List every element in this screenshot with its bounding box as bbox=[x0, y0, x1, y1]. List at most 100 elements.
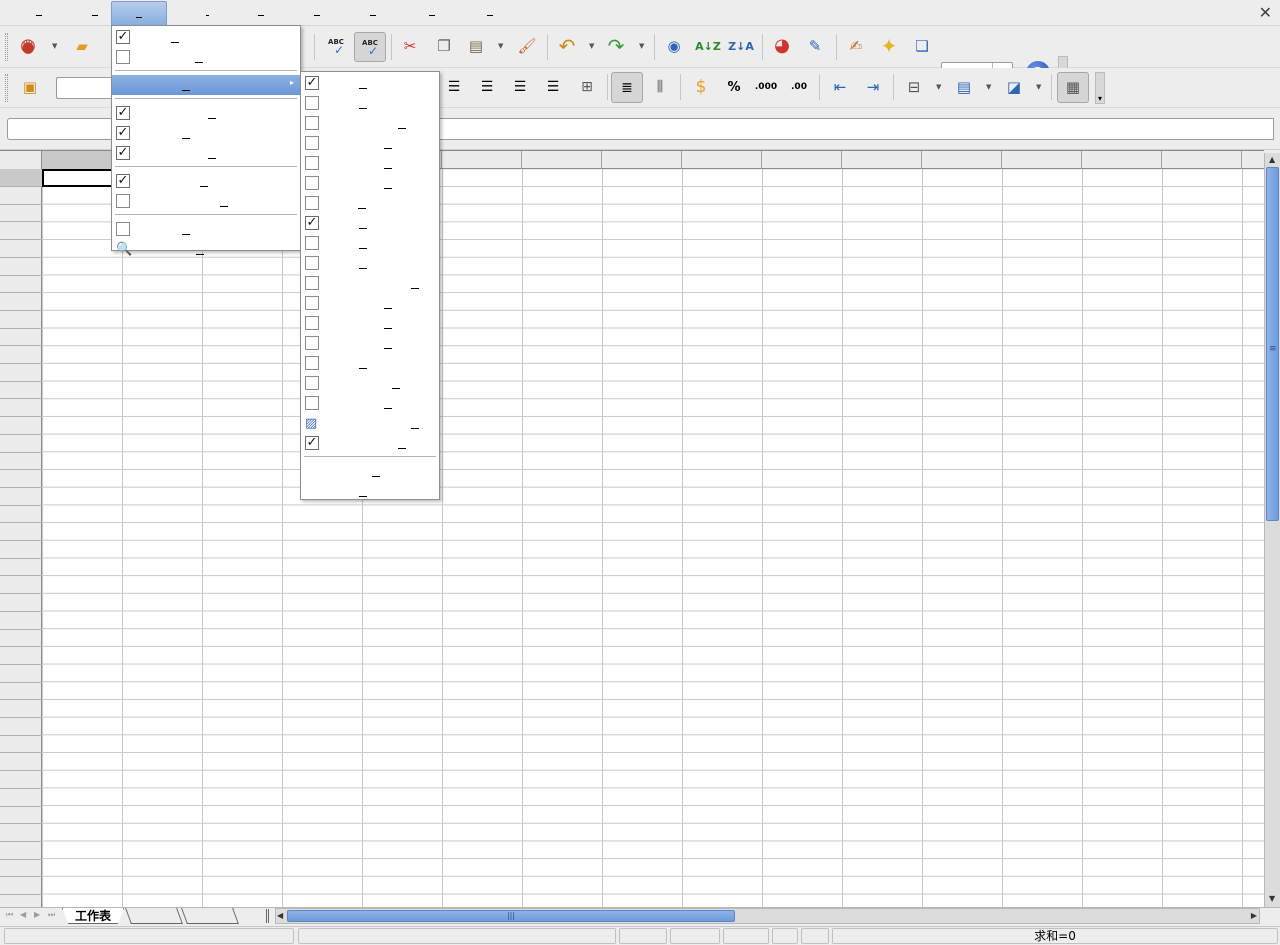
view-menu-item[interactable]: ✓ bbox=[112, 143, 300, 163]
name-box-input[interactable] bbox=[7, 118, 127, 140]
menu-file[interactable] bbox=[28, 1, 50, 25]
increase-indent-icon[interactable]: ⇥ bbox=[859, 73, 887, 101]
row-header-cell[interactable] bbox=[0, 293, 42, 311]
view-menu-item[interactable]: ✓ bbox=[112, 123, 300, 143]
status-zoom-field[interactable] bbox=[619, 928, 667, 944]
row-header-cell[interactable] bbox=[0, 258, 42, 276]
column-header-cell[interactable] bbox=[922, 151, 1002, 169]
open-folder-icon[interactable]: ▰ bbox=[68, 32, 96, 60]
toolbars-menu-item[interactable] bbox=[301, 193, 439, 213]
row-header-cell[interactable] bbox=[0, 682, 42, 701]
row-header-cell[interactable] bbox=[0, 275, 42, 294]
menu-insert[interactable] bbox=[196, 1, 218, 25]
row-header-cell[interactable] bbox=[0, 700, 42, 718]
borders-icon[interactable]: ⊟ bbox=[900, 73, 928, 101]
menu-data[interactable] bbox=[362, 1, 384, 25]
cell-area[interactable] bbox=[42, 169, 1264, 907]
row-header-cell[interactable] bbox=[0, 169, 42, 187]
toolbars-menu-item[interactable] bbox=[301, 393, 439, 413]
vertical-scroll-thumb[interactable] bbox=[1266, 167, 1279, 521]
toolbars-menu-item[interactable]: ✓ bbox=[301, 213, 439, 233]
column-header-cell[interactable] bbox=[602, 151, 682, 169]
row-header-cell[interactable] bbox=[0, 187, 42, 205]
menu-edit[interactable] bbox=[84, 1, 106, 25]
row-header-cell[interactable] bbox=[0, 558, 42, 577]
last-sheet-icon[interactable]: ⏭ bbox=[48, 910, 55, 920]
close-document-icon[interactable]: ✕ bbox=[1259, 3, 1272, 22]
font-color-dropdown-icon[interactable]: ▼ bbox=[1036, 83, 1041, 91]
toolbars-menu-item[interactable] bbox=[301, 133, 439, 153]
row-header-cell[interactable] bbox=[0, 842, 42, 860]
percent-format-icon[interactable]: % bbox=[720, 73, 748, 101]
add-decimal-icon[interactable]: .000 bbox=[752, 73, 780, 101]
grid-lines-icon[interactable]: ▦ bbox=[1057, 72, 1089, 103]
new-spreadsheet-icon[interactable]: ◍ bbox=[14, 32, 42, 60]
font-color-icon[interactable]: ◪ bbox=[1000, 73, 1028, 101]
toolbars-menu-item[interactable]: ✓ bbox=[301, 433, 439, 453]
sort-ascending-icon[interactable]: A↓Z bbox=[694, 32, 722, 60]
toolbars-menu-item[interactable] bbox=[301, 373, 439, 393]
first-sheet-icon[interactable]: ⏮ bbox=[6, 910, 13, 920]
spellcheck-icon[interactable]: ABC bbox=[322, 32, 350, 60]
row-header-cell[interactable] bbox=[0, 364, 42, 382]
toolbars-menu-item[interactable] bbox=[301, 93, 439, 113]
toolbars-menu-item[interactable] bbox=[301, 173, 439, 193]
cut-icon[interactable]: ✂ bbox=[396, 32, 424, 60]
justify-icon[interactable]: ☰ bbox=[539, 73, 567, 101]
row-header-cell[interactable] bbox=[0, 399, 42, 418]
draw-functions-icon[interactable]: ✎ bbox=[801, 32, 829, 60]
menu-window[interactable] bbox=[421, 1, 443, 25]
wrap-text-icon[interactable]: ≣ bbox=[611, 72, 643, 103]
clone-formatting-icon[interactable]: 🖌 bbox=[513, 32, 541, 60]
toolbars-menu-item[interactable] bbox=[301, 461, 439, 481]
toolbars-menu-item[interactable] bbox=[301, 353, 439, 373]
view-menu-item[interactable] bbox=[112, 219, 300, 239]
prev-sheet-icon[interactable]: ◀ bbox=[20, 910, 26, 919]
row-header-cell[interactable] bbox=[0, 895, 42, 907]
toolbars-menu-item[interactable]: ✓ bbox=[301, 73, 439, 93]
menu-help[interactable] bbox=[479, 1, 501, 25]
undo-dropdown-icon[interactable]: ▼ bbox=[589, 42, 594, 50]
row-header-cell[interactable] bbox=[0, 488, 42, 506]
row-header-cell[interactable] bbox=[0, 381, 42, 400]
vertical-scrollbar[interactable]: ▲ ▼ bbox=[1264, 153, 1280, 907]
menu-tools[interactable] bbox=[306, 1, 328, 25]
row-header-cell[interactable] bbox=[0, 311, 42, 329]
decrease-indent-icon[interactable]: ⇤ bbox=[826, 73, 854, 101]
toolbars-menu-item[interactable] bbox=[301, 313, 439, 333]
column-header-cell[interactable] bbox=[842, 151, 922, 169]
row-header-cell[interactable] bbox=[0, 417, 42, 435]
navigator-icon[interactable]: ✦ bbox=[875, 32, 903, 60]
toolbar-grip[interactable] bbox=[5, 74, 8, 102]
undo-icon[interactable]: ↶ bbox=[553, 32, 581, 60]
row-header-cell[interactable] bbox=[0, 435, 42, 453]
align-left-icon[interactable]: ☰ bbox=[440, 73, 468, 101]
row-header-cell[interactable] bbox=[0, 576, 42, 595]
row-header-cell[interactable] bbox=[0, 647, 42, 665]
currency-format-icon[interactable]: $ bbox=[687, 73, 715, 101]
autospellcheck-icon[interactable]: ABC bbox=[354, 32, 386, 62]
row-header-cell[interactable] bbox=[0, 470, 42, 488]
toolbars-menu-item[interactable] bbox=[301, 333, 439, 353]
tab-splitter[interactable] bbox=[266, 909, 269, 923]
view-menu-item[interactable]: ▸ bbox=[112, 75, 300, 95]
column-header-cell[interactable] bbox=[1002, 151, 1082, 169]
toolbars-menu-item[interactable]: ▨ bbox=[301, 413, 439, 433]
row-header-cell[interactable] bbox=[0, 629, 42, 648]
merge-cells-icon[interactable]: ⊞ bbox=[573, 73, 601, 101]
toolbar-grip[interactable] bbox=[5, 33, 8, 61]
scroll-up-icon[interactable]: ▲ bbox=[1269, 155, 1275, 164]
row-header-cell[interactable] bbox=[0, 523, 42, 541]
view-menu-item[interactable]: ✓ bbox=[112, 171, 300, 191]
row-header-cell[interactable] bbox=[0, 718, 42, 736]
column-header-cell[interactable] bbox=[682, 151, 762, 169]
status-selection-field[interactable] bbox=[723, 928, 769, 944]
row-header-cell[interactable] bbox=[0, 222, 42, 241]
row-header-cell[interactable] bbox=[0, 346, 42, 364]
styles-formatting-icon[interactable]: ▣ bbox=[16, 73, 44, 101]
edit-file-icon[interactable]: ✍ bbox=[842, 32, 870, 60]
sheet-tab-active[interactable]: 工作表 bbox=[62, 908, 124, 924]
row-header-cell[interactable] bbox=[0, 859, 42, 878]
row-header-cell[interactable] bbox=[0, 452, 42, 471]
menu-view[interactable] bbox=[111, 1, 167, 25]
